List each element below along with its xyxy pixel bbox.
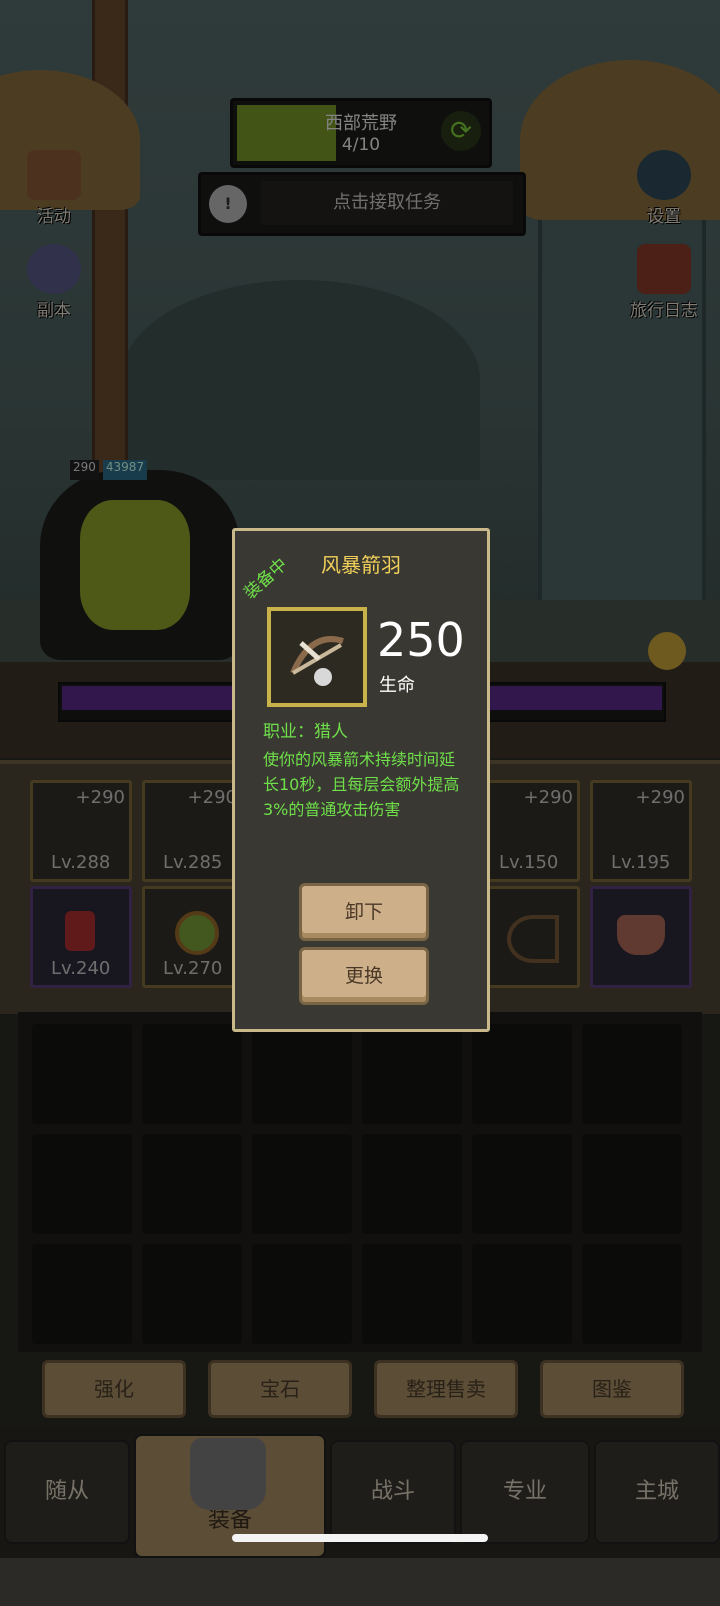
crossbow-icon [290, 636, 344, 686]
stat-value: 250 [377, 613, 465, 667]
unequip-button[interactable]: 卸下 [299, 883, 429, 941]
replace-button[interactable]: 更换 [299, 947, 429, 1005]
home-indicator[interactable] [232, 1534, 488, 1542]
item-detail-popup: 风暴箭羽 装备中 250 生命 职业：猎人 使你的风暴箭术持续时间延长10秒，且… [232, 528, 490, 1032]
stat-label: 生命 [379, 675, 415, 696]
item-description: 使你的风暴箭术持续时间延长10秒，且每层会额外提高3%的普通攻击伤害 [263, 750, 460, 819]
item-icon-frame [267, 607, 367, 707]
class-requirement: 职业：猎人 [263, 722, 348, 742]
